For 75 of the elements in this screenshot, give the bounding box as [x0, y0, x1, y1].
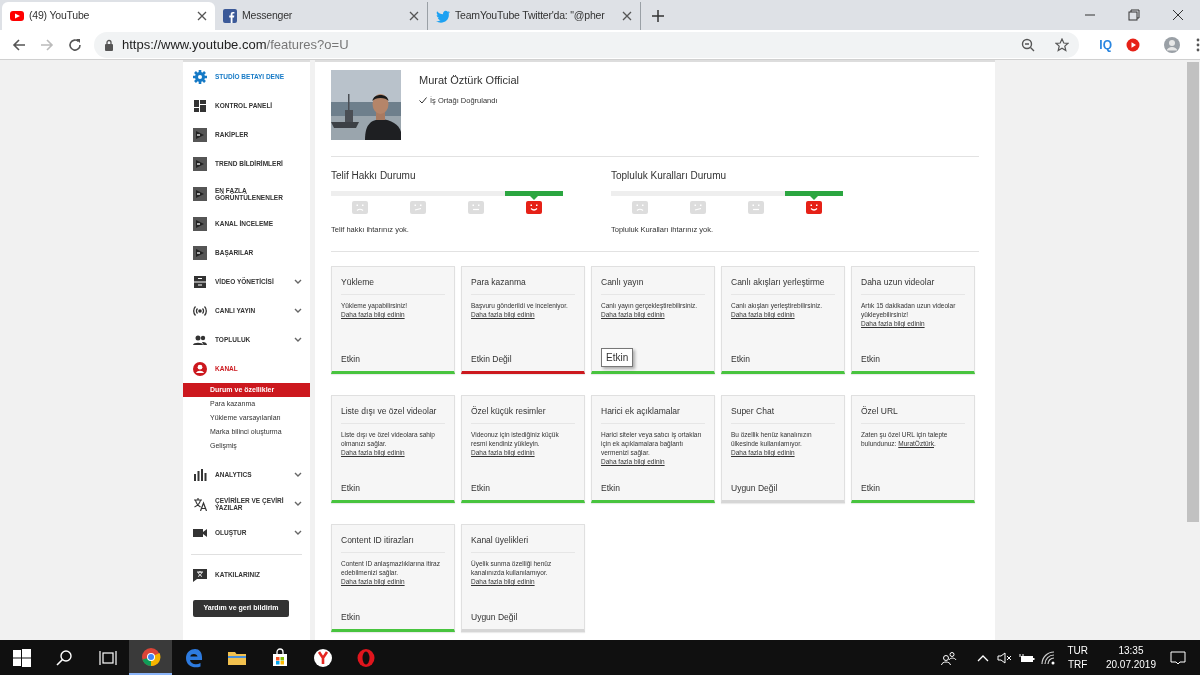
url-text: https://www.youtube.com/features?o=U — [122, 35, 349, 54]
bird-icon — [436, 9, 450, 23]
chrome-icon[interactable] — [140, 646, 161, 667]
card-title: Harici ek açıklamalar — [601, 405, 705, 424]
play-square-icon — [193, 156, 207, 171]
status-text: Etkin — [861, 352, 881, 366]
bar-chart-icon — [193, 467, 207, 482]
status-text: Etkin — [341, 352, 361, 366]
card-title: Para kazanma — [471, 276, 575, 295]
card-title: Kanal üyelikleri — [471, 534, 575, 553]
youtube-icon — [10, 9, 24, 23]
status-text: Etkin — [861, 481, 881, 495]
play-square-icon — [193, 186, 207, 201]
card-title: Canlı yayın — [601, 276, 705, 295]
status-text: Etkin Değil — [471, 352, 513, 366]
status-text: Uygun Değil — [471, 610, 519, 624]
card-title: Content ID itirazları — [341, 534, 445, 553]
new-tab-icon[interactable] — [651, 9, 665, 23]
broadcast-icon — [193, 303, 207, 318]
play-square-icon — [193, 127, 207, 142]
forward-icon — [40, 37, 54, 52]
reload-icon[interactable] — [68, 37, 82, 52]
card-title: Super Chat — [731, 405, 835, 424]
address-bar[interactable]: https://www.youtube.com/features?o=U — [94, 31, 1080, 58]
opera-icon[interactable] — [355, 647, 376, 668]
windows-icon[interactable] — [11, 647, 32, 668]
status-text: Etkin — [341, 481, 361, 495]
dashboard-icon — [193, 98, 207, 113]
status-title: Telif Hakkı Durumu — [331, 169, 417, 183]
lock-icon — [104, 38, 114, 51]
gear-icon — [193, 69, 207, 84]
play-square-icon — [193, 216, 207, 231]
zoom-icon[interactable] — [1021, 37, 1036, 52]
star-icon[interactable] — [1055, 37, 1070, 52]
muted-speaker-icon[interactable] — [997, 650, 1014, 665]
avatar-icon[interactable] — [1164, 36, 1180, 53]
restore-icon[interactable] — [1128, 9, 1140, 21]
scrollbar-thumb[interactable] — [1186, 62, 1199, 522]
card-title: Liste dışı ve özel videolar — [341, 405, 445, 424]
translate-icon — [193, 496, 207, 511]
facebook-icon — [223, 9, 237, 23]
close-icon[interactable] — [409, 11, 419, 21]
status-text: Etkin — [341, 610, 361, 624]
extension-button[interactable]: IQ — [1099, 35, 1112, 54]
more-icon[interactable] — [1196, 37, 1200, 52]
card-title: Özel URL — [861, 405, 965, 424]
play-icon[interactable] — [1126, 37, 1140, 52]
edge-icon[interactable] — [183, 647, 204, 668]
input-language-indicator[interactable]: TUR TRF — [1067, 643, 1088, 672]
drawer-icon — [193, 274, 207, 289]
card-title: Özel küçük resimler — [471, 405, 575, 424]
back-icon[interactable] — [12, 37, 26, 52]
feedback-icon — [193, 568, 207, 582]
clock[interactable]: 13:35 20.07.2019 — [1105, 643, 1156, 672]
status-text: Etkin — [471, 481, 491, 495]
check-icon — [419, 96, 427, 104]
play-square-icon — [193, 245, 207, 260]
status-text: Etkin — [731, 352, 751, 366]
status-text: Uygun Değil — [731, 481, 779, 495]
status-title: Topluluk Kuralları Durumu — [611, 169, 728, 183]
close-icon[interactable] — [197, 11, 207, 21]
status-text: Etkin — [601, 481, 621, 495]
card-title: Yükleme — [341, 276, 445, 295]
yandex-browser-icon[interactable] — [312, 647, 333, 668]
status-tooltip: Etkin — [601, 348, 634, 368]
close-window-icon[interactable] — [1172, 9, 1184, 21]
card-title: Canlı akışları yerleştirme — [731, 276, 835, 295]
people-icon[interactable] — [941, 650, 958, 665]
card-title: Daha uzun videolar — [861, 276, 965, 295]
channel-name: Murat Öztürk Official — [419, 73, 520, 88]
search-icon[interactable] — [54, 647, 75, 668]
notification-icon[interactable] — [1170, 650, 1186, 665]
browser-tab[interactable]: (49) YouTube — [2, 2, 215, 30]
account-icon — [193, 361, 207, 376]
close-icon[interactable] — [622, 11, 632, 21]
